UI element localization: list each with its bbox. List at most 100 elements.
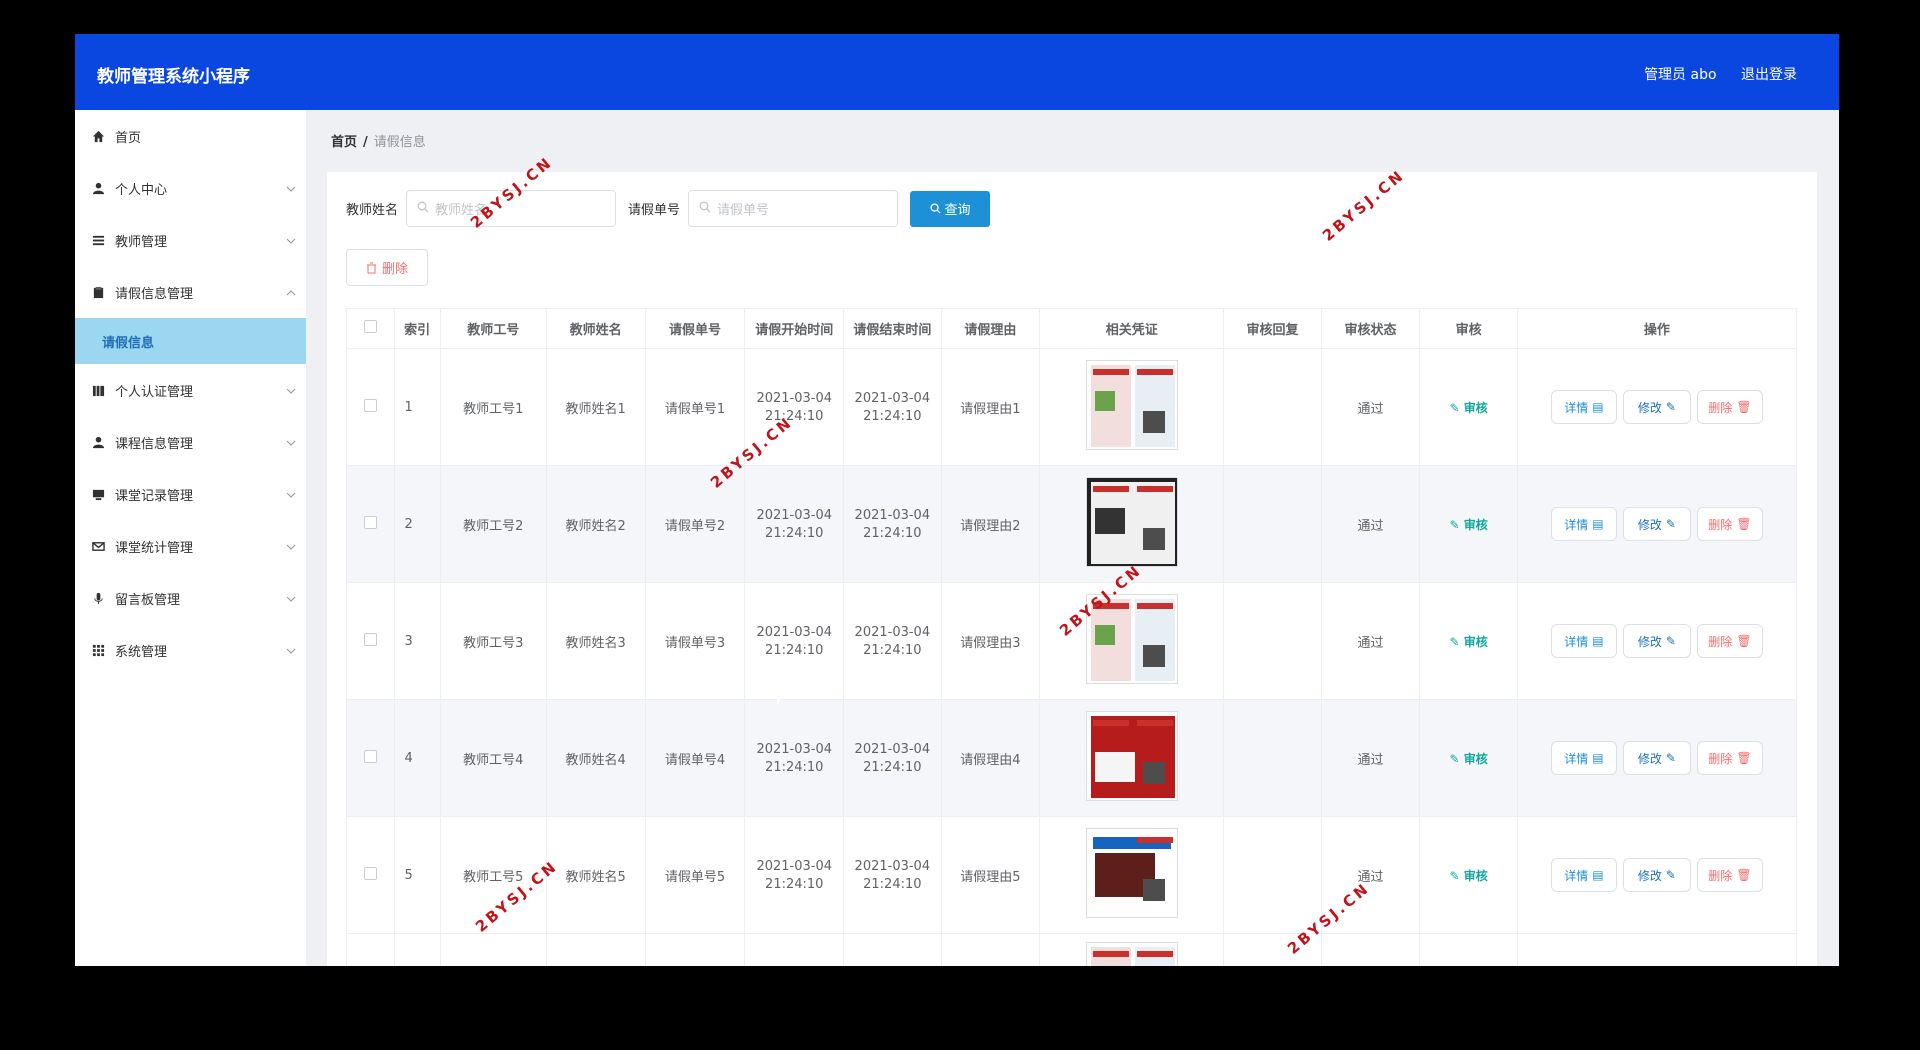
table-cell — [439, 933, 547, 966]
detail-label: 详情 — [1564, 400, 1589, 415]
document-icon: ▤ — [1592, 517, 1604, 531]
table-cell — [1516, 933, 1798, 966]
sidebar-item-courses[interactable]: 课程信息管理 — [75, 416, 306, 468]
teacher-no-cell: 教师工号4 — [439, 699, 547, 817]
breadcrumb-home[interactable]: 首页 — [331, 135, 357, 150]
edit-label: 修改 — [1637, 751, 1662, 766]
search-icon — [699, 201, 711, 217]
search-icon — [417, 201, 429, 217]
detail-button[interactable]: 详情 ▤ — [1550, 507, 1617, 541]
end-date: 2021-03-04 — [854, 507, 931, 523]
approve-label: 审核 — [1463, 517, 1488, 532]
voucher-cell — [1039, 582, 1225, 700]
delete-button[interactable]: 删除 🗑 — [1696, 507, 1763, 541]
detail-button[interactable]: 详情 ▤ — [1550, 858, 1617, 892]
table-cell — [393, 933, 441, 966]
voucher-image[interactable] — [1085, 477, 1178, 567]
detail-button[interactable]: 详情 ▤ — [1550, 624, 1617, 658]
edit-button[interactable]: 修改 ✎ — [1622, 390, 1691, 424]
status-cell: 通过 — [1320, 699, 1421, 817]
leave-no-cell: 请假单号5 — [644, 816, 746, 934]
sidebar-item-class-stats[interactable]: 课堂统计管理 — [75, 520, 306, 572]
voucher-image[interactable] — [1085, 360, 1178, 450]
detail-label: 详情 — [1564, 751, 1589, 766]
delete-button[interactable]: 删除 🗑 — [1696, 390, 1763, 424]
row-select-cell[interactable] — [346, 465, 395, 583]
delete-label: 删除 — [1708, 751, 1733, 766]
sidebar-item-class-records[interactable]: 课堂记录管理 — [75, 468, 306, 520]
actions-cell: 详情 ▤ 修改 ✎ 删除 🗑 — [1516, 582, 1798, 700]
sidebar-item-message-board[interactable]: 留言板管理 — [75, 572, 306, 624]
header-user-area: 管理员 abo 退出登录 — [1624, 64, 1797, 84]
sidebar-item-home[interactable]: 首页 — [75, 110, 306, 162]
sidebar-item-certification[interactable]: 个人认证管理 — [75, 364, 306, 416]
actions-cell: 详情 ▤ 修改 ✎ 删除 🗑 — [1516, 699, 1798, 817]
chevron-down-icon — [286, 591, 296, 606]
row-checkbox[interactable] — [363, 749, 377, 763]
approve-cell: ✎ 审核 — [1419, 465, 1518, 583]
sidebar-item-label: 首页 — [115, 130, 142, 146]
approve-link[interactable]: ✎ 审核 — [1450, 401, 1488, 415]
column-header: 教师姓名 — [545, 308, 646, 349]
breadcrumb: 首页 / 请假信息 — [331, 131, 426, 150]
edit-button[interactable]: 修改 ✎ — [1622, 624, 1691, 658]
sidebar-item-profile[interactable]: 个人中心 — [75, 162, 306, 214]
row-select-cell[interactable] — [346, 816, 395, 934]
edit-button[interactable]: 修改 ✎ — [1622, 507, 1691, 541]
edit-button[interactable]: 修改 ✎ — [1622, 858, 1691, 892]
delete-label: 删除 — [1708, 400, 1733, 415]
approve-link[interactable]: ✎ 审核 — [1450, 635, 1488, 649]
sidebar-item-teachers[interactable]: 教师管理 — [75, 214, 306, 266]
sidebar-subitem-leave-info[interactable]: 请假信息 — [75, 318, 306, 364]
approve-link[interactable]: ✎ 审核 — [1450, 518, 1488, 532]
row-checkbox[interactable] — [363, 398, 377, 412]
delete-button[interactable]: 删除 🗑 — [1696, 858, 1763, 892]
table-row: 2 教师工号2 教师姓名2 请假单号2 2021-03-04 21:24:10 2021-0… — [346, 465, 1798, 583]
index-cell: 4 — [393, 699, 441, 817]
row-select-cell[interactable] — [346, 348, 395, 466]
start-date: 2021-03-04 — [756, 507, 833, 523]
start-time-cell: 2021-03-04 21:24:10 — [744, 582, 845, 700]
row-checkbox[interactable] — [363, 866, 377, 880]
actions-cell: 详情 ▤ 修改 ✎ 删除 🗑 — [1516, 816, 1798, 934]
sidebar-item-leave[interactable]: 请假信息管理 — [75, 266, 306, 318]
table-cell — [346, 933, 395, 966]
pencil-icon: ✎ — [1665, 400, 1676, 414]
teacher-name-placeholder: 教师姓名 — [435, 203, 488, 218]
leave-no-input[interactable]: 请假单号 — [688, 190, 899, 227]
detail-button[interactable]: 详情 ▤ — [1550, 741, 1617, 775]
status-cell: 通过 — [1320, 582, 1421, 700]
column-header: 教师工号 — [439, 308, 547, 349]
header-select-all[interactable] — [346, 308, 395, 349]
row-select-cell[interactable] — [346, 699, 395, 817]
reply-cell — [1223, 348, 1322, 466]
delete-button[interactable]: 删除 🗑 — [1696, 624, 1763, 658]
list-icon — [89, 231, 107, 249]
delete-button[interactable]: 删除 🗑 — [1696, 741, 1763, 775]
voucher-image[interactable] — [1085, 594, 1178, 684]
start-time-cell: 2021-03-04 21:24:10 — [744, 348, 845, 466]
row-checkbox[interactable] — [363, 632, 377, 646]
reply-cell — [1223, 582, 1322, 700]
detail-button[interactable]: 详情 ▤ — [1550, 390, 1617, 424]
sidebar-item-system[interactable]: 系统管理 — [75, 624, 306, 676]
batch-delete-button[interactable]: 删除 — [346, 249, 428, 286]
edit-button[interactable]: 修改 ✎ — [1622, 741, 1691, 775]
approve-link[interactable]: ✎ 审核 — [1450, 869, 1488, 883]
reason-cell: 请假理由4 — [940, 699, 1041, 817]
index-cell: 1 — [393, 348, 441, 466]
voucher-image[interactable] — [1085, 828, 1178, 918]
voucher-image[interactable] — [1085, 711, 1178, 801]
approve-link[interactable]: ✎ 审核 — [1450, 752, 1488, 766]
query-button[interactable]: 查询 — [910, 190, 991, 227]
row-checkbox[interactable] — [363, 515, 377, 529]
teacher-name-input[interactable]: 教师姓名 — [406, 190, 617, 227]
end-time-cell: 2021-03-04 21:24:10 — [843, 465, 942, 583]
logout-link[interactable]: 退出登录 — [1741, 67, 1797, 83]
select-all-checkbox[interactable] — [363, 320, 377, 333]
voucher-image[interactable] — [1085, 942, 1178, 966]
trash-icon: 🗑 — [1736, 400, 1752, 414]
teacher-no-cell: 教师工号1 — [439, 348, 547, 466]
row-select-cell[interactable] — [346, 582, 395, 700]
end-clock: 21:24:10 — [863, 642, 922, 658]
